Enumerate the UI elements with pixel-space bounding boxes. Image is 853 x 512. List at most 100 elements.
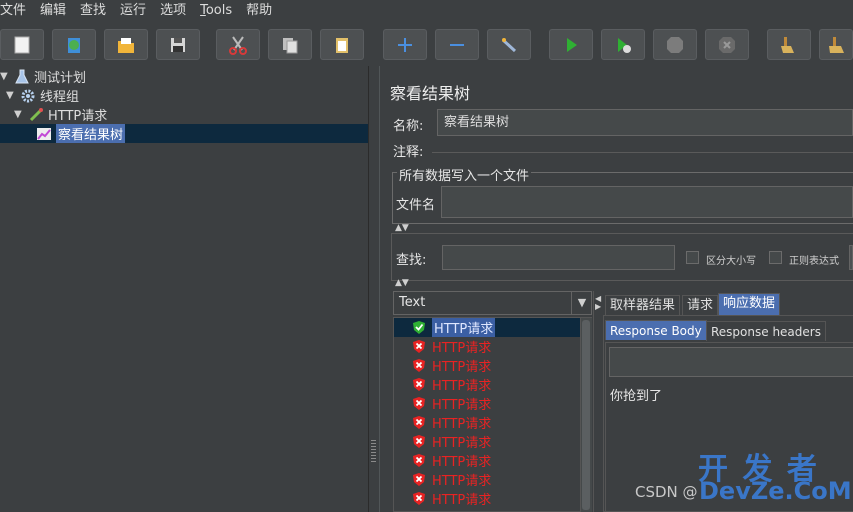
flask-icon	[15, 69, 29, 83]
collapse-button[interactable]	[435, 29, 479, 60]
clear-icon	[781, 36, 794, 53]
tree-item-label: 线程组	[40, 90, 80, 105]
name-field[interactable]: 察看结果树	[437, 109, 853, 136]
clear-all-button[interactable]	[819, 29, 853, 60]
splitter-grip-icon	[371, 440, 376, 464]
tab-request[interactable]: 请求	[682, 295, 719, 315]
copy-button[interactable]	[268, 29, 312, 60]
case-sensitive-checkbox[interactable]	[686, 251, 699, 264]
menu-help[interactable]: 帮助	[246, 0, 279, 21]
copy-icon	[283, 37, 298, 53]
collapse-arrows-icon[interactable]: ▲▼	[395, 279, 409, 288]
expand-button[interactable]	[383, 29, 427, 60]
chevron-down-icon[interactable]: ▼	[571, 292, 592, 314]
result-item-label: HTTP请求	[432, 379, 492, 394]
templates-button[interactable]	[52, 29, 96, 60]
shutdown-button[interactable]	[705, 29, 749, 60]
comment-field[interactable]	[432, 152, 853, 153]
result-item[interactable]: HTTP请求	[412, 394, 491, 413]
result-item[interactable]: HTTP请求	[412, 356, 491, 375]
error-shield-icon	[413, 416, 425, 429]
tree-item-view-results-tree[interactable]: 察看结果树	[36, 124, 126, 143]
expanded-arrow-icon: ▼	[14, 108, 22, 120]
result-item-label: HTTP请求	[432, 360, 492, 375]
save-button[interactable]	[156, 29, 200, 60]
regex-checkbox[interactable]	[769, 251, 782, 264]
splitter-arrows-icon[interactable]: ◀ ▶	[595, 295, 601, 311]
expanded-arrow-icon: ▼	[6, 89, 14, 101]
tab-response-headers[interactable]: Response headers	[706, 321, 826, 341]
error-shield-icon	[413, 435, 425, 448]
result-item-label: HTTP请求	[432, 474, 492, 489]
tab-sampler-result[interactable]: 取样器结果	[605, 295, 681, 315]
pipette-icon	[29, 107, 43, 121]
result-item-label: HTTP请求	[432, 455, 492, 470]
search-input[interactable]	[442, 245, 675, 270]
toggle-button[interactable]	[487, 29, 531, 60]
result-item[interactable]: HTTP请求	[412, 432, 491, 451]
filename-field[interactable]	[441, 186, 853, 218]
open-button[interactable]	[104, 29, 148, 60]
filename-label: 文件名	[396, 198, 436, 213]
expanded-arrow-icon: ▼	[0, 70, 8, 82]
tab-response-body[interactable]: Response Body	[605, 320, 707, 340]
tab-response-data[interactable]: 响应数据	[718, 293, 781, 315]
results-scrollbar-thumb[interactable]	[582, 320, 590, 510]
menu-file[interactable]: 文件	[0, 0, 33, 21]
result-item[interactable]: HTTP请求	[412, 318, 496, 337]
result-item-label: HTTP请求	[432, 398, 492, 413]
tree-item-thread-group[interactable]: ▼ 线程组	[6, 86, 79, 105]
search-button[interactable]	[849, 245, 853, 270]
regex-label: 正则表达式	[789, 256, 839, 267]
result-item-label: HTTP请求	[432, 417, 492, 432]
tree-item-http-request[interactable]: ▼ HTTP请求	[14, 105, 107, 124]
clear-all-icon	[829, 36, 844, 53]
start-button[interactable]	[549, 29, 593, 60]
tree-item-test-plan[interactable]: ▼ 测试计划	[0, 67, 86, 86]
shutdown-icon	[719, 36, 735, 53]
cut-icon	[229, 35, 247, 55]
watermark-brand-en: DevZe.CoM	[699, 477, 852, 505]
response-text: 你抢到了	[610, 389, 663, 404]
stop-button[interactable]	[653, 29, 697, 60]
error-shield-icon	[413, 340, 425, 353]
menu-options[interactable]: 选项	[160, 0, 193, 21]
stop-icon	[667, 36, 683, 53]
collapse-arrows-icon[interactable]: ▲▼	[395, 224, 409, 233]
clear-button[interactable]	[767, 29, 811, 60]
tree-item-label: HTTP请求	[48, 109, 108, 124]
result-item[interactable]: HTTP请求	[412, 413, 491, 432]
renderer-selected-value: Text	[399, 295, 426, 310]
results-splitter[interactable]	[593, 291, 602, 512]
result-item[interactable]: HTTP请求	[412, 470, 491, 489]
tree-item-label: 察看结果树	[56, 124, 126, 143]
error-shield-icon	[413, 492, 425, 505]
result-item[interactable]: HTTP请求	[412, 451, 491, 470]
open-icon	[118, 37, 134, 53]
new-button[interactable]	[0, 29, 44, 60]
menu-tools[interactable]: Tools	[200, 0, 239, 21]
toolbar	[0, 22, 853, 66]
menu-bar: 文件 编辑 查找 运行 选项 Tools 帮助	[0, 0, 853, 21]
save-icon	[171, 37, 185, 52]
result-item[interactable]: HTTP请求	[412, 375, 491, 394]
search-label: 查找:	[396, 253, 427, 268]
paste-button[interactable]	[320, 29, 364, 60]
result-item[interactable]: HTTP请求	[412, 489, 491, 508]
menu-search[interactable]: 查找	[80, 0, 113, 21]
result-item-label: HTTP请求	[432, 318, 496, 337]
case-sensitive-label: 区分大小写	[706, 256, 756, 267]
start-no-pause-button[interactable]	[601, 29, 645, 60]
response-search-field[interactable]	[609, 347, 853, 377]
panel-title: 察看结果树	[390, 84, 471, 103]
result-item[interactable]: HTTP请求	[412, 337, 491, 356]
menu-run[interactable]: 运行	[120, 0, 153, 21]
result-item-label: HTTP请求	[432, 341, 492, 356]
comment-label: 注释:	[393, 145, 424, 160]
error-shield-icon	[413, 454, 425, 467]
menu-edit[interactable]: 编辑	[40, 0, 73, 21]
collapse-icon	[450, 43, 464, 46]
cut-button[interactable]	[216, 29, 260, 60]
error-shield-icon	[413, 397, 425, 410]
result-item-label: HTTP请求	[432, 436, 492, 451]
